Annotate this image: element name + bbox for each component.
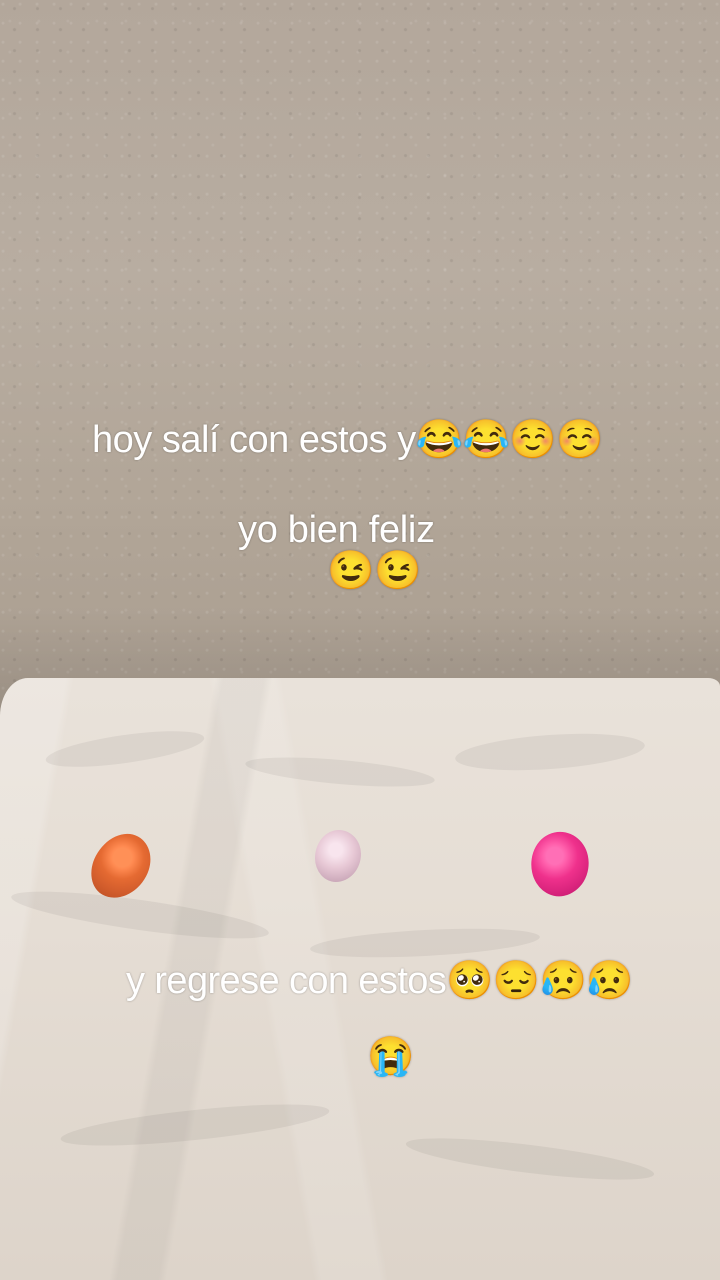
caption-line-4: y regrese con estos🥺😔😥😥 — [126, 960, 634, 1002]
caption-line-5: 😭 — [367, 1036, 415, 1078]
caption-line-3: 😉😉 — [327, 550, 422, 592]
caption-line-1: hoy salí con estos y😂😂☺️☺️ — [92, 419, 603, 461]
caption-line-2: yo bien feliz — [238, 509, 435, 551]
photo-scene: hoy salí con estos y😂😂☺️☺️ yo bien feliz… — [0, 0, 720, 1280]
